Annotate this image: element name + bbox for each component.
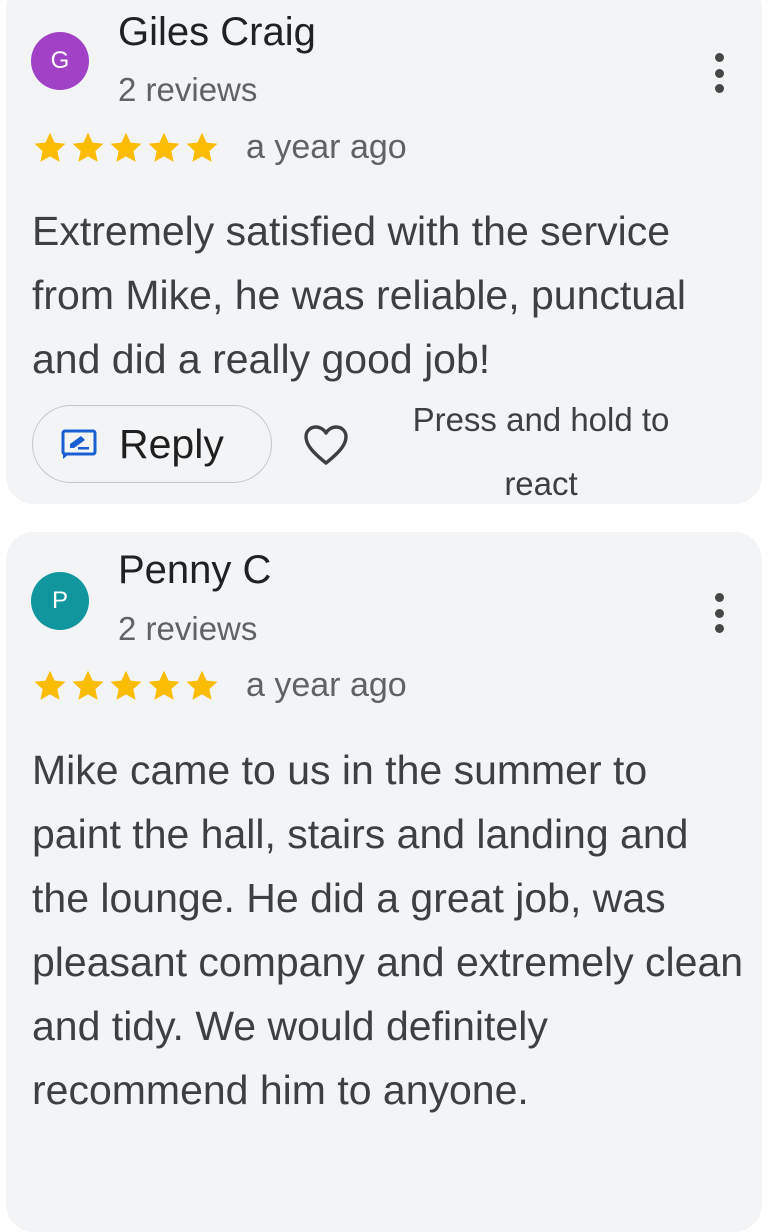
rating-row: a year ago bbox=[32, 128, 407, 167]
star-icon bbox=[148, 132, 180, 162]
review-card: G Giles Craig 2 reviews a year ago Extre… bbox=[6, 0, 762, 504]
review-text: Mike came to us in the summer to paint t… bbox=[32, 747, 744, 1113]
reviewer-name[interactable]: Penny C bbox=[118, 548, 271, 593]
star-icon bbox=[110, 132, 142, 162]
reply-label: Reply bbox=[119, 420, 224, 467]
star-icon bbox=[186, 670, 218, 700]
review-time: a year ago bbox=[246, 666, 407, 704]
star-rating bbox=[32, 668, 220, 704]
react-hint: Press and hold to react bbox=[412, 401, 670, 502]
avatar-letter: P bbox=[51, 587, 68, 614]
avatar-letter: G bbox=[50, 47, 70, 74]
reviewer-name[interactable]: Giles Craig bbox=[118, 10, 316, 55]
reply-icon bbox=[61, 429, 97, 459]
more-vert-icon[interactable] bbox=[712, 593, 726, 633]
rating-row: a year ago bbox=[32, 666, 407, 705]
reply-button[interactable]: Reply bbox=[32, 405, 272, 483]
star-icon bbox=[34, 670, 66, 700]
avatar[interactable]: P bbox=[31, 572, 89, 630]
review-card: P Penny C 2 reviews a year ago Mike came… bbox=[6, 532, 762, 1232]
star-icon bbox=[34, 132, 66, 162]
avatar[interactable]: G bbox=[31, 32, 89, 90]
review-count[interactable]: 2 reviews bbox=[118, 71, 257, 109]
star-icon bbox=[110, 670, 142, 700]
review-time: a year ago bbox=[246, 128, 407, 166]
star-icon bbox=[72, 132, 104, 162]
star-rating bbox=[32, 130, 220, 166]
review-count[interactable]: 2 reviews bbox=[118, 610, 257, 648]
more-vert-icon[interactable] bbox=[712, 53, 726, 93]
star-icon bbox=[72, 670, 104, 700]
review-text: Extremely satisfied with the service fro… bbox=[32, 208, 687, 382]
star-icon bbox=[148, 670, 180, 700]
heart-outline-icon[interactable] bbox=[303, 424, 349, 466]
star-icon bbox=[186, 132, 218, 162]
